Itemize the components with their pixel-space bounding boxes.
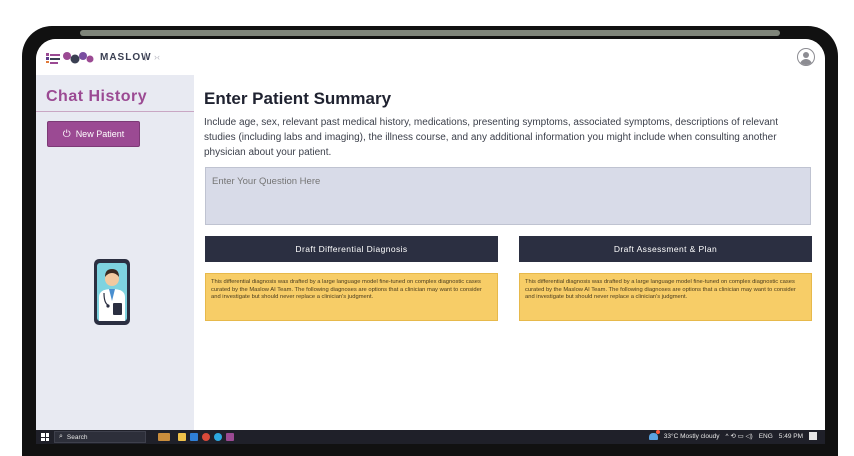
edge-icon[interactable] [214, 433, 222, 441]
question-input[interactable] [205, 167, 811, 225]
page-title: Enter Patient Summary [204, 89, 392, 108]
new-patient-button[interactable]: ⏻ New Patient [47, 121, 140, 147]
file-explorer-icon[interactable] [178, 433, 186, 441]
language-indicator[interactable]: ENG [759, 433, 773, 440]
taskbar-search-label: Search [66, 433, 88, 441]
app-pin-icon[interactable] [226, 433, 234, 441]
power-icon: ⏻ [62, 128, 71, 140]
chrome-icon[interactable] [202, 433, 210, 441]
windows-start-icon[interactable] [41, 433, 49, 441]
weather-icon[interactable] [648, 429, 660, 440]
expand-icon[interactable]: ›‹ [154, 52, 160, 62]
maslow-logo-icon[interactable] [46, 51, 98, 65]
doctor-phone-illustration [94, 259, 130, 325]
weather-text[interactable]: 33°C Mostly cloudy [664, 433, 720, 440]
system-tray: 33°C Mostly cloudy ^ ⟲ ▭ ◁) ENG 5:49 PM [648, 429, 817, 440]
draft-differential-button[interactable]: Draft Differential Diagnosis [205, 236, 498, 262]
ddx-disclaimer: This differential diagnosis was drafted … [205, 273, 498, 321]
app-screen: MASLOW | ›‹ Chat History ⏻ New Patient E… [36, 39, 825, 444]
clock[interactable]: 5:49 PM [779, 433, 803, 440]
instructions-text: Include age, sex, relevant past medical … [204, 117, 778, 158]
taskbar-search[interactable]: ⌕ Search [54, 431, 146, 443]
search-icon: ⌕ [59, 433, 63, 440]
mail-icon[interactable] [190, 433, 198, 441]
brand-separator: | [144, 51, 147, 62]
taskbar-widget-icon[interactable] [158, 433, 170, 441]
user-avatar[interactable] [797, 48, 815, 66]
browser-strip [80, 30, 780, 36]
notification-icon[interactable] [809, 432, 817, 440]
sidebar-title: Chat History [46, 88, 148, 105]
os-taskbar: ⌕ Search 33°C Mostly cloudy ^ ⟲ ▭ ◁) ENG… [36, 429, 825, 444]
main-panel: Enter Patient Summary Include age, sex, … [194, 75, 825, 430]
ap-disclaimer: This differential diagnosis was drafted … [519, 273, 812, 321]
draft-assessment-plan-button[interactable]: Draft Assessment & Plan [519, 236, 812, 262]
new-patient-label: New Patient [75, 129, 125, 139]
sidebar: Chat History ⏻ New Patient [36, 75, 194, 430]
top-bar: MASLOW | ›‹ [36, 39, 825, 76]
tray-icons[interactable]: ^ ⟲ ▭ ◁) [725, 432, 752, 440]
sidebar-divider [36, 111, 194, 112]
